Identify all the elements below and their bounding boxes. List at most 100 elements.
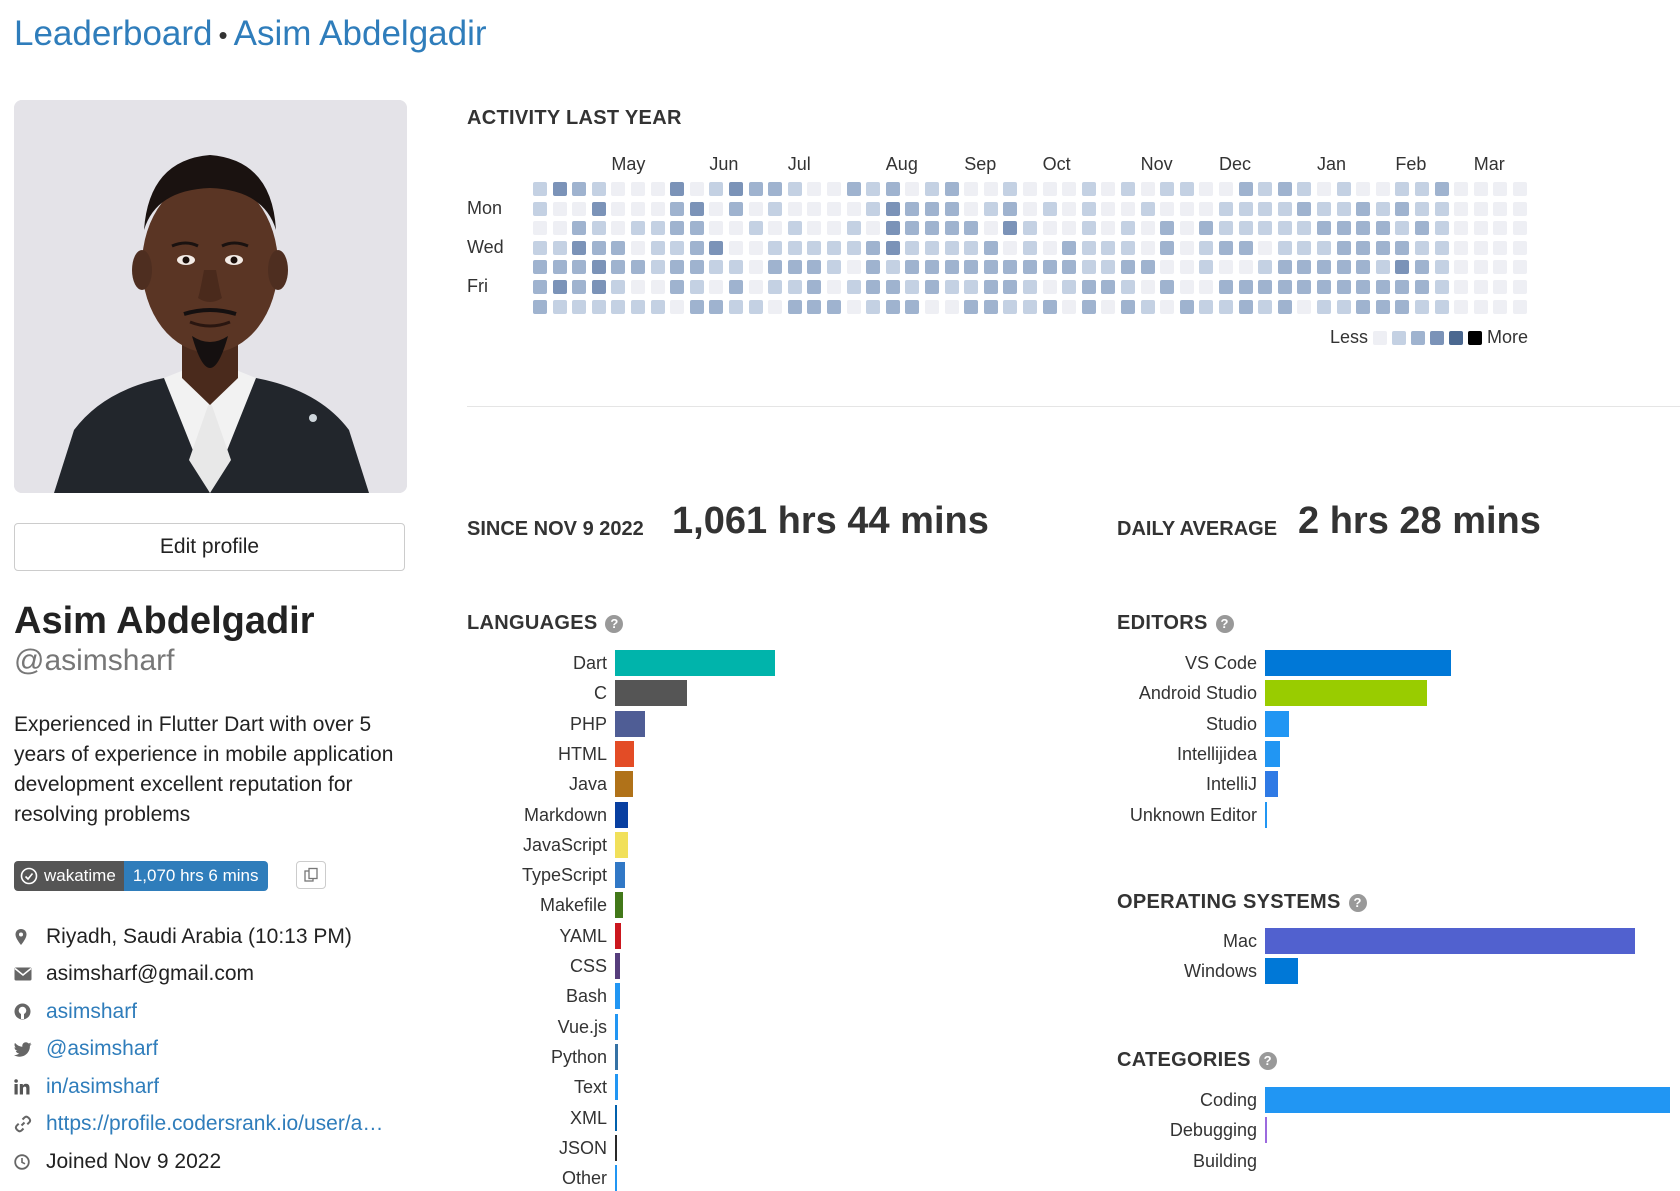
activity-day-cell[interactable] [748, 299, 763, 314]
activity-day-cell[interactable] [983, 280, 998, 294]
activity-day-cell[interactable] [572, 201, 587, 216]
activity-day-cell[interactable] [1454, 182, 1469, 196]
activity-day-cell[interactable] [689, 260, 704, 275]
activity-day-cell[interactable] [611, 240, 626, 255]
activity-day-cell[interactable] [1003, 182, 1018, 196]
activity-day-cell[interactable] [1434, 182, 1449, 196]
activity-day-cell[interactable] [1258, 182, 1273, 196]
activity-day-cell[interactable] [1513, 299, 1527, 314]
activity-day-cell[interactable] [1219, 240, 1233, 255]
activity-day-cell[interactable] [1258, 260, 1273, 275]
activity-day-cell[interactable] [552, 280, 567, 294]
activity-day-cell[interactable] [591, 280, 606, 294]
activity-day-cell[interactable] [1395, 221, 1410, 236]
activity-day-cell[interactable] [1023, 260, 1037, 275]
activity-day-cell[interactable] [748, 260, 763, 275]
activity-day-cell[interactable] [787, 260, 802, 275]
activity-day-cell[interactable] [768, 299, 783, 314]
activity-day-cell[interactable] [964, 280, 979, 294]
activity-day-cell[interactable] [925, 221, 939, 236]
wakatime-badge[interactable]: wakatime 1,070 hrs 6 mins [14, 861, 268, 891]
activity-day-cell[interactable] [1336, 240, 1351, 255]
activity-day-cell[interactable] [866, 240, 881, 255]
activity-day-cell[interactable] [768, 182, 783, 196]
activity-day-cell[interactable] [709, 299, 724, 314]
activity-day-cell[interactable] [866, 201, 881, 216]
activity-day-cell[interactable] [1375, 280, 1390, 294]
activity-day-cell[interactable] [1042, 240, 1057, 255]
activity-day-cell[interactable] [611, 280, 626, 294]
activity-day-cell[interactable] [1121, 201, 1135, 216]
activity-day-cell[interactable] [631, 201, 645, 216]
activity-day-cell[interactable] [1513, 240, 1527, 255]
activity-day-cell[interactable] [1199, 201, 1214, 216]
activity-day-cell[interactable] [1199, 299, 1214, 314]
activity-day-cell[interactable] [1121, 221, 1135, 236]
activity-day-cell[interactable] [689, 240, 704, 255]
activity-day-cell[interactable] [552, 182, 567, 196]
activity-day-cell[interactable] [1023, 201, 1037, 216]
activity-day-cell[interactable] [729, 182, 743, 196]
activity-day-cell[interactable] [729, 260, 743, 275]
activity-day-cell[interactable] [591, 260, 606, 275]
activity-day-cell[interactable] [611, 260, 626, 275]
activity-day-cell[interactable] [1473, 240, 1488, 255]
activity-day-cell[interactable] [787, 221, 802, 236]
activity-day-cell[interactable] [1356, 182, 1371, 196]
activity-day-cell[interactable] [533, 299, 547, 314]
activity-day-cell[interactable] [1199, 240, 1214, 255]
activity-day-cell[interactable] [925, 182, 939, 196]
activity-day-cell[interactable] [905, 260, 920, 275]
activity-day-cell[interactable] [1454, 240, 1469, 255]
activity-day-cell[interactable] [1081, 182, 1096, 196]
activity-day-cell[interactable] [885, 182, 900, 196]
activity-day-cell[interactable] [670, 240, 685, 255]
activity-day-cell[interactable] [925, 260, 939, 275]
activity-day-cell[interactable] [964, 240, 979, 255]
activity-day-cell[interactable] [1140, 280, 1155, 294]
activity-day-cell[interactable] [944, 260, 959, 275]
activity-day-cell[interactable] [1493, 182, 1508, 196]
activity-day-cell[interactable] [1513, 201, 1527, 216]
activity-day-cell[interactable] [670, 280, 685, 294]
activity-day-cell[interactable] [1473, 201, 1488, 216]
activity-day-cell[interactable] [905, 201, 920, 216]
activity-day-cell[interactable] [1042, 260, 1057, 275]
activity-day-cell[interactable] [689, 280, 704, 294]
activity-day-cell[interactable] [1179, 260, 1194, 275]
activity-day-cell[interactable] [1297, 280, 1312, 294]
activity-day-cell[interactable] [1101, 182, 1116, 196]
activity-day-cell[interactable] [1336, 299, 1351, 314]
activity-day-cell[interactable] [905, 182, 920, 196]
activity-day-cell[interactable] [1160, 240, 1175, 255]
activity-day-cell[interactable] [1513, 280, 1527, 294]
activity-day-cell[interactable] [983, 260, 998, 275]
activity-day-cell[interactable] [748, 201, 763, 216]
activity-day-cell[interactable] [787, 280, 802, 294]
activity-day-cell[interactable] [1219, 260, 1233, 275]
activity-day-cell[interactable] [787, 201, 802, 216]
activity-day-cell[interactable] [748, 221, 763, 236]
activity-day-cell[interactable] [1062, 201, 1077, 216]
activity-day-cell[interactable] [827, 240, 841, 255]
activity-day-cell[interactable] [1042, 182, 1057, 196]
activity-day-cell[interactable] [944, 201, 959, 216]
activity-day-cell[interactable] [1101, 201, 1116, 216]
activity-day-cell[interactable] [983, 221, 998, 236]
activity-day-cell[interactable] [572, 182, 587, 196]
activity-day-cell[interactable] [1238, 201, 1253, 216]
activity-day-cell[interactable] [1375, 221, 1390, 236]
activity-day-cell[interactable] [866, 260, 881, 275]
activity-day-cell[interactable] [827, 299, 841, 314]
activity-day-cell[interactable] [650, 280, 665, 294]
activity-day-cell[interactable] [905, 280, 920, 294]
activity-day-cell[interactable] [572, 299, 587, 314]
activity-day-cell[interactable] [1473, 221, 1488, 236]
activity-day-cell[interactable] [1003, 260, 1018, 275]
activity-day-cell[interactable] [866, 182, 881, 196]
activity-day-cell[interactable] [1375, 201, 1390, 216]
activity-day-cell[interactable] [1434, 299, 1449, 314]
activity-day-cell[interactable] [631, 240, 645, 255]
activity-day-cell[interactable] [1395, 260, 1410, 275]
activity-day-cell[interactable] [1277, 201, 1292, 216]
